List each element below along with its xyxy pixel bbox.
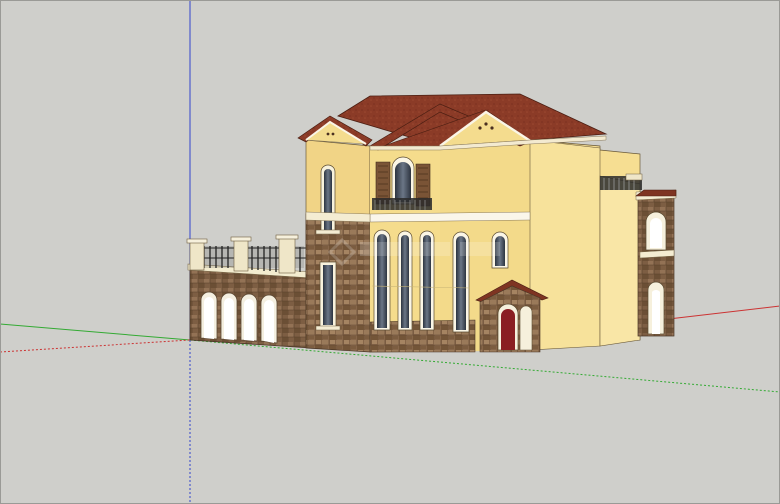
x-axis-dotted-line (0, 339, 191, 353)
left-wing (186, 234, 313, 349)
y-axis-line (0, 323, 191, 341)
front-door (501, 309, 515, 350)
model-scene[interactable] (0, 0, 780, 504)
x-axis-line (659, 305, 780, 321)
terrace-railing (186, 234, 306, 274)
3d-viewport[interactable] (0, 0, 780, 504)
balcony-window (372, 156, 432, 210)
